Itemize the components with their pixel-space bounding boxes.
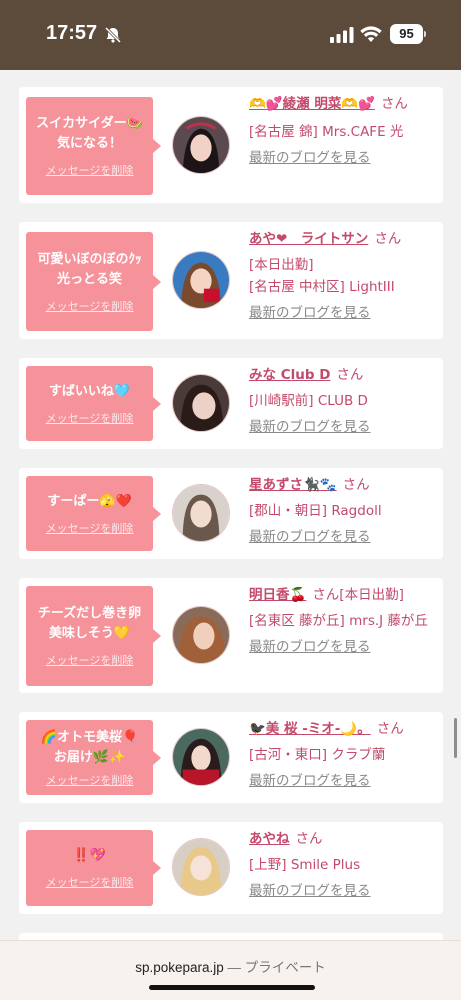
delete-message-link[interactable]: メッセージを削除 [46, 298, 134, 314]
message-list[interactable]: スイカサイダー🍉 気になる！ メッセージを削除 🫶💕綾瀬 明菜🫶💕 さん [名古屋… [0, 70, 461, 940]
avatar[interactable] [172, 606, 230, 664]
status-bar: 17:57 95 [0, 0, 461, 70]
cast-info: 🫶💕綾瀬 明菜🫶💕 さん [名古屋 錦] Mrs.CAFE 光 最新のブログを見る [249, 93, 435, 169]
url-domain: sp.pokepara.jp [135, 960, 224, 975]
message-card [19, 933, 443, 940]
honorific: さん [295, 831, 323, 847]
message-text: 可愛いぼのぼのｸｯ 光っとる笑 [37, 251, 142, 287]
signal-icon [330, 27, 354, 43]
battery-indicator: 95 [390, 24, 423, 44]
latest-blog-link[interactable]: 最新のブログを見る [249, 416, 435, 438]
cast-name-link[interactable]: 🐦‍⬛美 桜 -ミオ-🌙。 [249, 721, 371, 737]
message-card: ‼️💖 メッセージを削除 あやね さん [上野] Smile Plus 最新のブロ… [19, 822, 443, 914]
delete-message-link[interactable]: メッセージを削除 [46, 652, 134, 668]
shop-info: [本日出勤] [249, 257, 314, 273]
avatar[interactable] [172, 728, 230, 786]
message-bubble: すばいいね🩵 メッセージを削除 [26, 366, 161, 441]
browsing-mode-label: プライベート [244, 960, 326, 975]
message-text: ‼️💖 [73, 848, 106, 863]
latest-blog-link[interactable]: 最新のブログを見る [249, 770, 435, 792]
message-text: スイカサイダー🍉 気になる！ [36, 116, 143, 151]
honorific: さん [376, 721, 404, 737]
bell-off-icon [104, 26, 122, 44]
honorific: さん[本日出勤] [312, 587, 404, 603]
message-text: すーぱー🫣❤️ [47, 493, 132, 509]
url-text[interactable]: sp.pokepara.jp — プライベート [0, 956, 461, 976]
avatar[interactable] [172, 116, 230, 174]
delete-message-link[interactable]: メッセージを削除 [46, 874, 134, 890]
message-bubble: ‼️💖 メッセージを削除 [26, 830, 161, 906]
cast-name-link[interactable]: 🫶💕綾瀬 明菜🫶💕 [249, 96, 375, 112]
home-indicator[interactable] [149, 985, 315, 990]
cast-info: あや❤︎ ライトサン さん [本日出勤] [名古屋 中村区] LightIII 最… [249, 228, 435, 324]
message-card: すーぱー🫣❤️ メッセージを削除 星あずさ🐈‍⬛🐾 さん [郡山・朝日] Ragd… [19, 468, 443, 559]
url-separator: — [223, 960, 245, 975]
browser-url-bar[interactable]: sp.pokepara.jp — プライベート [0, 940, 461, 1000]
shop-info: [古河・東口] クラブ蘭 [249, 747, 386, 763]
latest-blog-link[interactable]: 最新のブログを見る [249, 636, 435, 658]
cast-name-link[interactable]: みな Club D [249, 367, 330, 383]
cast-info: みな Club D さん [川崎駅前] CLUB D 最新のブログを見る [249, 364, 435, 438]
delete-message-link[interactable]: メッセージを削除 [46, 410, 134, 426]
cast-info: あやね さん [上野] Smile Plus 最新のブログを見る [249, 828, 435, 902]
shop-info: [上野] Smile Plus [249, 857, 361, 873]
delete-message-link[interactable]: メッセージを削除 [46, 772, 134, 788]
shop-info: [川崎駅前] CLUB D [249, 393, 368, 409]
cast-info: 🐦‍⬛美 桜 -ミオ-🌙。 さん [古河・東口] クラブ蘭 最新のブログを見る [249, 718, 435, 792]
status-time: 17:57 [46, 22, 98, 44]
delete-message-link[interactable]: メッセージを削除 [46, 520, 134, 536]
shop-info: [名古屋 錦] Mrs.CAFE 光 [249, 124, 404, 140]
battery-tip [424, 31, 426, 37]
message-bubble: すーぱー🫣❤️ メッセージを削除 [26, 476, 161, 551]
message-bubble: スイカサイダー🍉 気になる！ メッセージを削除 [26, 97, 161, 195]
honorific: さん [336, 367, 364, 383]
scrollbar[interactable] [454, 718, 457, 758]
message-card: スイカサイダー🍉 気になる！ メッセージを削除 🫶💕綾瀬 明菜🫶💕 さん [名古屋… [19, 87, 443, 203]
message-card: 🌈オトモ美桜🎈 お届け🌿✨ メッセージを削除 🐦‍⬛美 桜 -ミオ-🌙。 さん [… [19, 712, 443, 803]
honorific: さん [374, 231, 402, 247]
message-bubble: 可愛いぼのぼのｸｯ 光っとる笑 メッセージを削除 [26, 232, 161, 331]
message-text: チーズだし巻き卵 美味しそう💛 [37, 606, 142, 641]
latest-blog-link[interactable]: 最新のブログを見る [249, 302, 435, 324]
avatar[interactable] [172, 484, 230, 542]
cast-name-link[interactable]: 明日香🍒 [249, 587, 306, 603]
cast-info: 星あずさ🐈‍⬛🐾 さん [郡山・朝日] Ragdoll 最新のブログを見る [249, 474, 435, 548]
message-bubble: 🌈オトモ美桜🎈 お届け🌿✨ メッセージを削除 [26, 720, 161, 795]
message-text: すばいいね🩵 [48, 383, 131, 399]
cast-name-link[interactable]: あや❤︎ ライトサン [249, 231, 368, 247]
avatar[interactable] [172, 374, 230, 432]
shop-info: [名東区 藤が丘] mrs.J 藤が丘 [249, 613, 428, 629]
cast-info: 明日香🍒 さん[本日出勤] [名東区 藤が丘] mrs.J 藤が丘 最新のブログを… [249, 584, 435, 658]
latest-blog-link[interactable]: 最新のブログを見る [249, 147, 435, 169]
message-card: すばいいね🩵 メッセージを削除 みな Club D さん [川崎駅前] CLUB … [19, 358, 443, 449]
honorific: さん [342, 477, 370, 493]
wifi-icon [360, 25, 382, 43]
cast-name-link[interactable]: 星あずさ🐈‍⬛🐾 [249, 477, 337, 493]
cast-name-link[interactable]: あやね [249, 831, 290, 847]
avatar[interactable] [172, 251, 230, 309]
message-text: 🌈オトモ美桜🎈 お届け🌿✨ [40, 729, 139, 765]
shop-info: [名古屋 中村区] LightIII [249, 279, 395, 295]
message-bubble: チーズだし巻き卵 美味しそう💛 メッセージを削除 [26, 586, 161, 686]
delete-message-link[interactable]: メッセージを削除 [46, 162, 134, 178]
shop-info: [郡山・朝日] Ragdoll [249, 503, 382, 519]
latest-blog-link[interactable]: 最新のブログを見る [249, 880, 435, 902]
honorific: さん [380, 96, 408, 112]
latest-blog-link[interactable]: 最新のブログを見る [249, 526, 435, 548]
avatar[interactable] [172, 838, 230, 896]
message-card: チーズだし巻き卵 美味しそう💛 メッセージを削除 明日香🍒 さん[本日出勤] [名… [19, 578, 443, 693]
message-card: 可愛いぼのぼのｸｯ 光っとる笑 メッセージを削除 あや❤︎ ライトサン さん [本… [19, 222, 443, 339]
